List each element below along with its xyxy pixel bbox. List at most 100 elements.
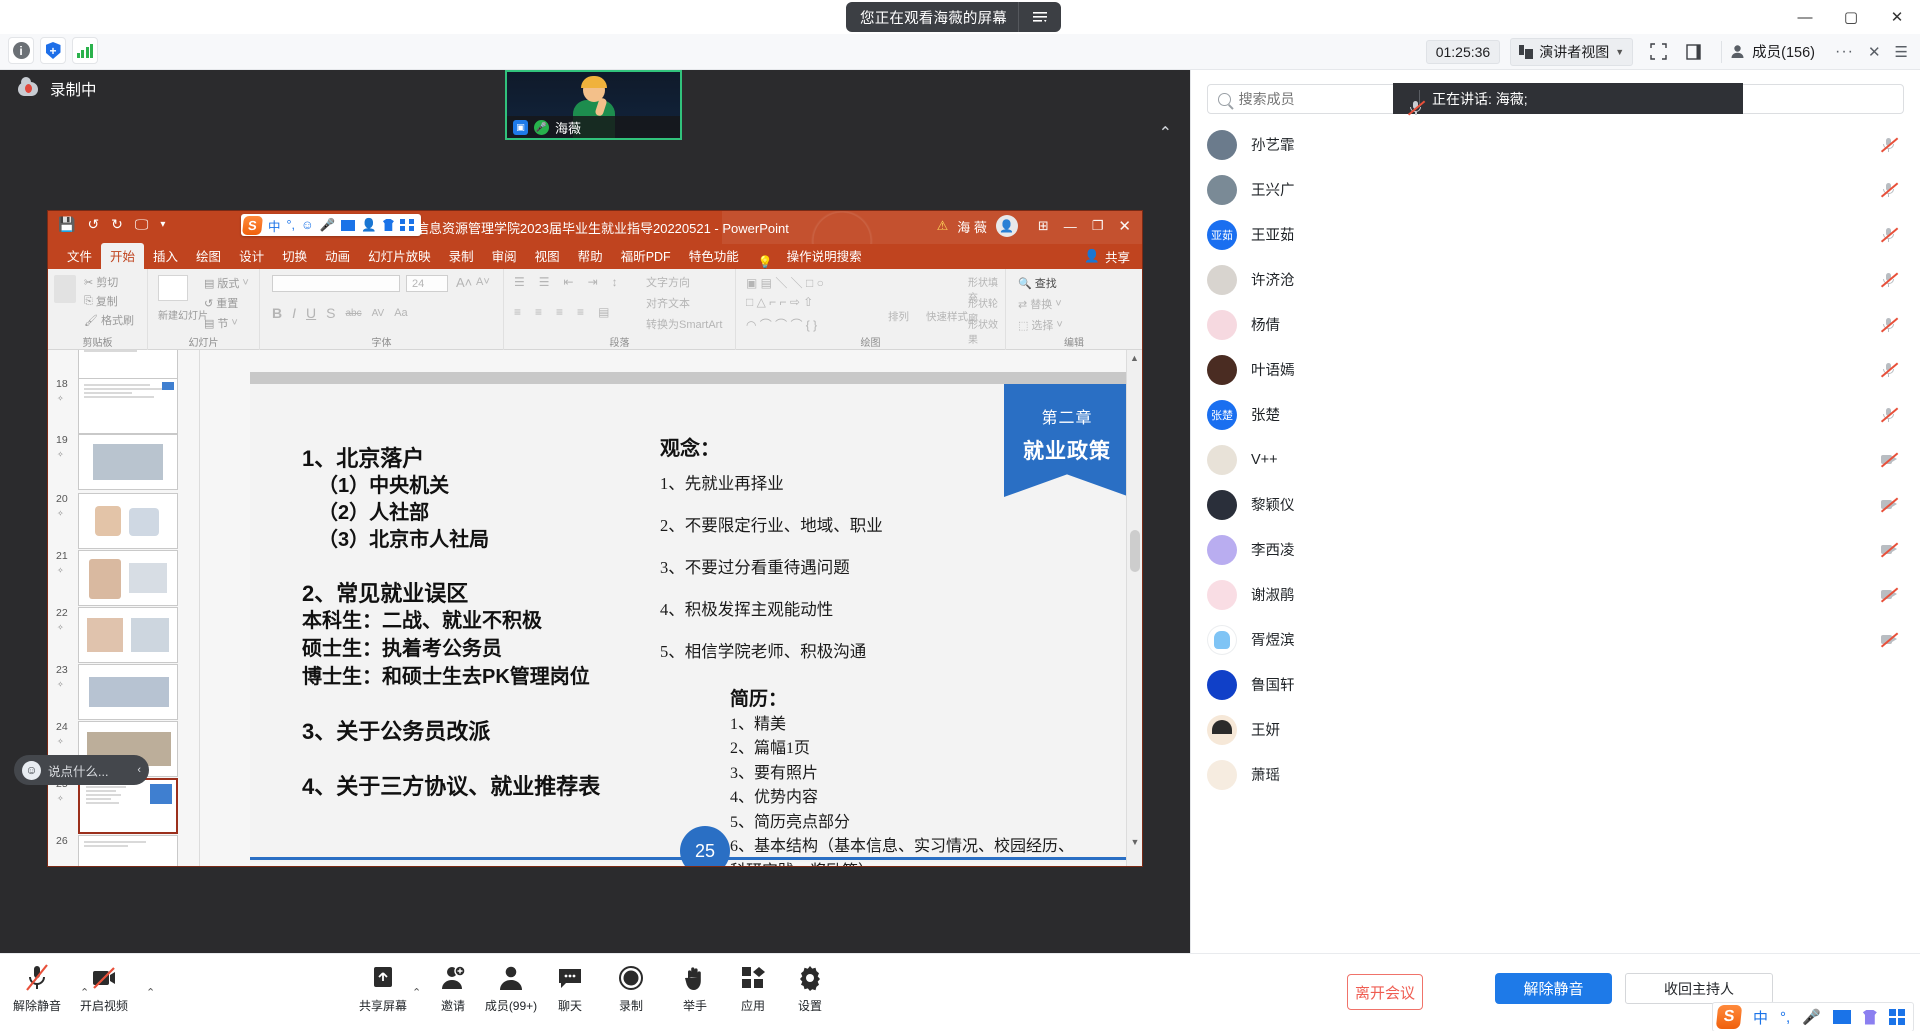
list-item[interactable]: 张楚 张楚: [1191, 392, 1920, 437]
close-button[interactable]: ✕: [1874, 0, 1920, 34]
skin-icon[interactable]: [382, 219, 394, 231]
tab-file[interactable]: 文件: [58, 243, 101, 269]
self-video-tile[interactable]: ▣ 🎤 海薇: [505, 70, 682, 140]
justify-icon[interactable]: ≡: [577, 305, 584, 319]
replace-button[interactable]: ⇄ 替换 ˅: [1018, 296, 1062, 312]
chat-button[interactable]: 聊天: [535, 961, 605, 1014]
font-style-row[interactable]: BI US abc AV Aa: [272, 305, 408, 321]
present-icon[interactable]: 🖵: [135, 216, 149, 233]
increase-indent-icon[interactable]: ⇥: [588, 275, 598, 289]
reclaim-host-button[interactable]: 收回主持人: [1625, 973, 1773, 1004]
font-family-input[interactable]: [272, 275, 400, 292]
redo-icon[interactable]: ↻: [111, 216, 123, 233]
section-button[interactable]: ▤ 节 ˅: [204, 315, 238, 331]
align-text-button[interactable]: 对齐文本: [646, 295, 690, 311]
slide-thumbnail[interactable]: [78, 550, 178, 606]
list-item[interactable]: 许济沧: [1191, 257, 1920, 302]
ime-punct-icon[interactable]: °,: [287, 218, 295, 232]
list-item[interactable]: 王兴广: [1191, 167, 1920, 212]
list-buttons-row[interactable]: ☰ ☰ ⇤ ⇥ ↕: [514, 275, 618, 289]
share-screen-button[interactable]: 共享屏幕: [348, 961, 418, 1014]
new-slide-icon[interactable]: [158, 275, 188, 301]
scroll-up-icon[interactable]: ▲: [1127, 350, 1142, 366]
voice-icon[interactable]: 🎤: [320, 218, 336, 233]
slide-thumbnail[interactable]: [78, 378, 178, 434]
tab-design[interactable]: 设计: [230, 243, 273, 269]
numbered-list-icon[interactable]: ☰: [539, 275, 550, 289]
quick-styles-button[interactable]: 快速样式: [926, 309, 968, 324]
align-center-icon[interactable]: ≡: [535, 305, 542, 319]
find-button[interactable]: 🔍 查找: [1018, 275, 1057, 291]
shapes-row-2[interactable]: □ △ ⌐ ⌐ ⇨ ⇧: [746, 295, 813, 309]
underline-button[interactable]: U: [306, 305, 316, 321]
sogou-logo-icon[interactable]: S: [1715, 1005, 1743, 1029]
slide-thumbnail-selected[interactable]: [78, 778, 178, 834]
slide-vertical-scrollbar[interactable]: ▲ ▼: [1126, 350, 1142, 866]
leave-meeting-button[interactable]: 离开会议: [1347, 974, 1423, 1010]
bullet-list-icon[interactable]: ☰: [514, 275, 525, 289]
tab-home[interactable]: 开始: [101, 243, 145, 269]
list-item[interactable]: 胥煜滨: [1191, 617, 1920, 662]
strikethrough-button[interactable]: abc: [345, 308, 361, 319]
convert-smartart-button[interactable]: 转换为SmartArt: [646, 316, 722, 332]
list-item[interactable]: 孙艺霏: [1191, 122, 1920, 167]
scroll-thumb[interactable]: [1130, 530, 1140, 572]
tab-special-features[interactable]: 特色功能: [680, 243, 748, 269]
increase-font-icon[interactable]: A˄: [456, 275, 472, 290]
cut-button[interactable]: ✂ 剪切: [84, 274, 118, 290]
panel-menu-icon[interactable]: ☰: [1889, 43, 1920, 61]
ime-apps-icon[interactable]: [399, 219, 416, 231]
shapes-row-1[interactable]: ▣ ▤ ＼ ＼ □ ○: [746, 274, 824, 291]
tab-help[interactable]: 帮助: [569, 243, 612, 269]
ime-apps-icon[interactable]: [1888, 1009, 1905, 1025]
tab-transitions[interactable]: 切换: [273, 243, 316, 269]
ppt-restore-button[interactable]: ❐: [1089, 218, 1107, 234]
video-toggle-button[interactable]: 开启视频: [69, 961, 139, 1014]
mute-toggle-button[interactable]: 解除静音: [2, 961, 72, 1014]
select-button[interactable]: ⬚ 选择 ˅: [1018, 317, 1063, 333]
ppt-share-button[interactable]: 👤 共享: [1084, 247, 1130, 266]
info-icon[interactable]: i: [8, 37, 34, 64]
reset-button[interactable]: ↺ 重置: [204, 295, 238, 311]
qat-more-icon[interactable]: ▾: [160, 219, 165, 230]
ime-mode-label[interactable]: 中: [1753, 1007, 1768, 1028]
minimize-button[interactable]: —: [1782, 0, 1828, 34]
align-right-icon[interactable]: ≡: [556, 305, 563, 319]
avatar[interactable]: 👤: [995, 215, 1018, 237]
shadow-button[interactable]: S: [326, 305, 335, 321]
ime-punct-icon[interactable]: °,: [1780, 1009, 1790, 1026]
tab-record[interactable]: 录制: [440, 243, 483, 269]
list-item[interactable]: 谢淑鹃: [1191, 572, 1920, 617]
settings-button[interactable]: 设置: [775, 961, 845, 1014]
ribbon-display-icon[interactable]: ⊞: [1035, 218, 1052, 234]
list-item[interactable]: 杨倩: [1191, 302, 1920, 347]
members-count-chip[interactable]: 成员(156): [1730, 41, 1829, 62]
shapes-row-3[interactable]: ◠ ⌒ ⌒ ⌒ { }: [746, 316, 817, 333]
slide-thumbnail[interactable]: [78, 664, 178, 720]
shield-icon[interactable]: [40, 37, 66, 64]
decrease-font-icon[interactable]: A˅: [476, 276, 490, 288]
tab-insert[interactable]: 插入: [144, 243, 187, 269]
more-dots-icon[interactable]: ···: [1829, 43, 1860, 61]
save-icon[interactable]: 💾: [58, 216, 75, 233]
maximize-button[interactable]: ▢: [1828, 0, 1874, 34]
list-item[interactable]: 王妍: [1191, 707, 1920, 752]
unmute-primary-button[interactable]: 解除静音: [1495, 973, 1612, 1004]
chevron-left-icon[interactable]: ‹: [137, 764, 141, 776]
say-something-pill[interactable]: ☺ 说点什么... ‹: [14, 755, 149, 785]
columns-icon[interactable]: ▤: [598, 305, 609, 319]
list-item[interactable]: V++: [1191, 437, 1920, 482]
format-painter-button[interactable]: 🖌 格式刷: [84, 312, 134, 328]
record-button[interactable]: 录制: [596, 961, 666, 1014]
undo-icon[interactable]: ↺: [87, 216, 99, 233]
italic-button[interactable]: I: [292, 305, 296, 321]
chevron-up-icon[interactable]: ⌃: [1159, 123, 1172, 143]
tell-me-search[interactable]: 操作说明搜索: [778, 243, 871, 269]
tab-slideshow[interactable]: 幻灯片放映: [359, 243, 440, 269]
change-case-button[interactable]: Aa: [394, 307, 407, 319]
keyboard-icon[interactable]: [341, 219, 356, 231]
list-item[interactable]: 叶语嫣: [1191, 347, 1920, 392]
slide-thumbnail[interactable]: [78, 835, 178, 866]
text-direction-button[interactable]: 文字方向: [646, 274, 690, 290]
bold-button[interactable]: B: [272, 305, 282, 321]
